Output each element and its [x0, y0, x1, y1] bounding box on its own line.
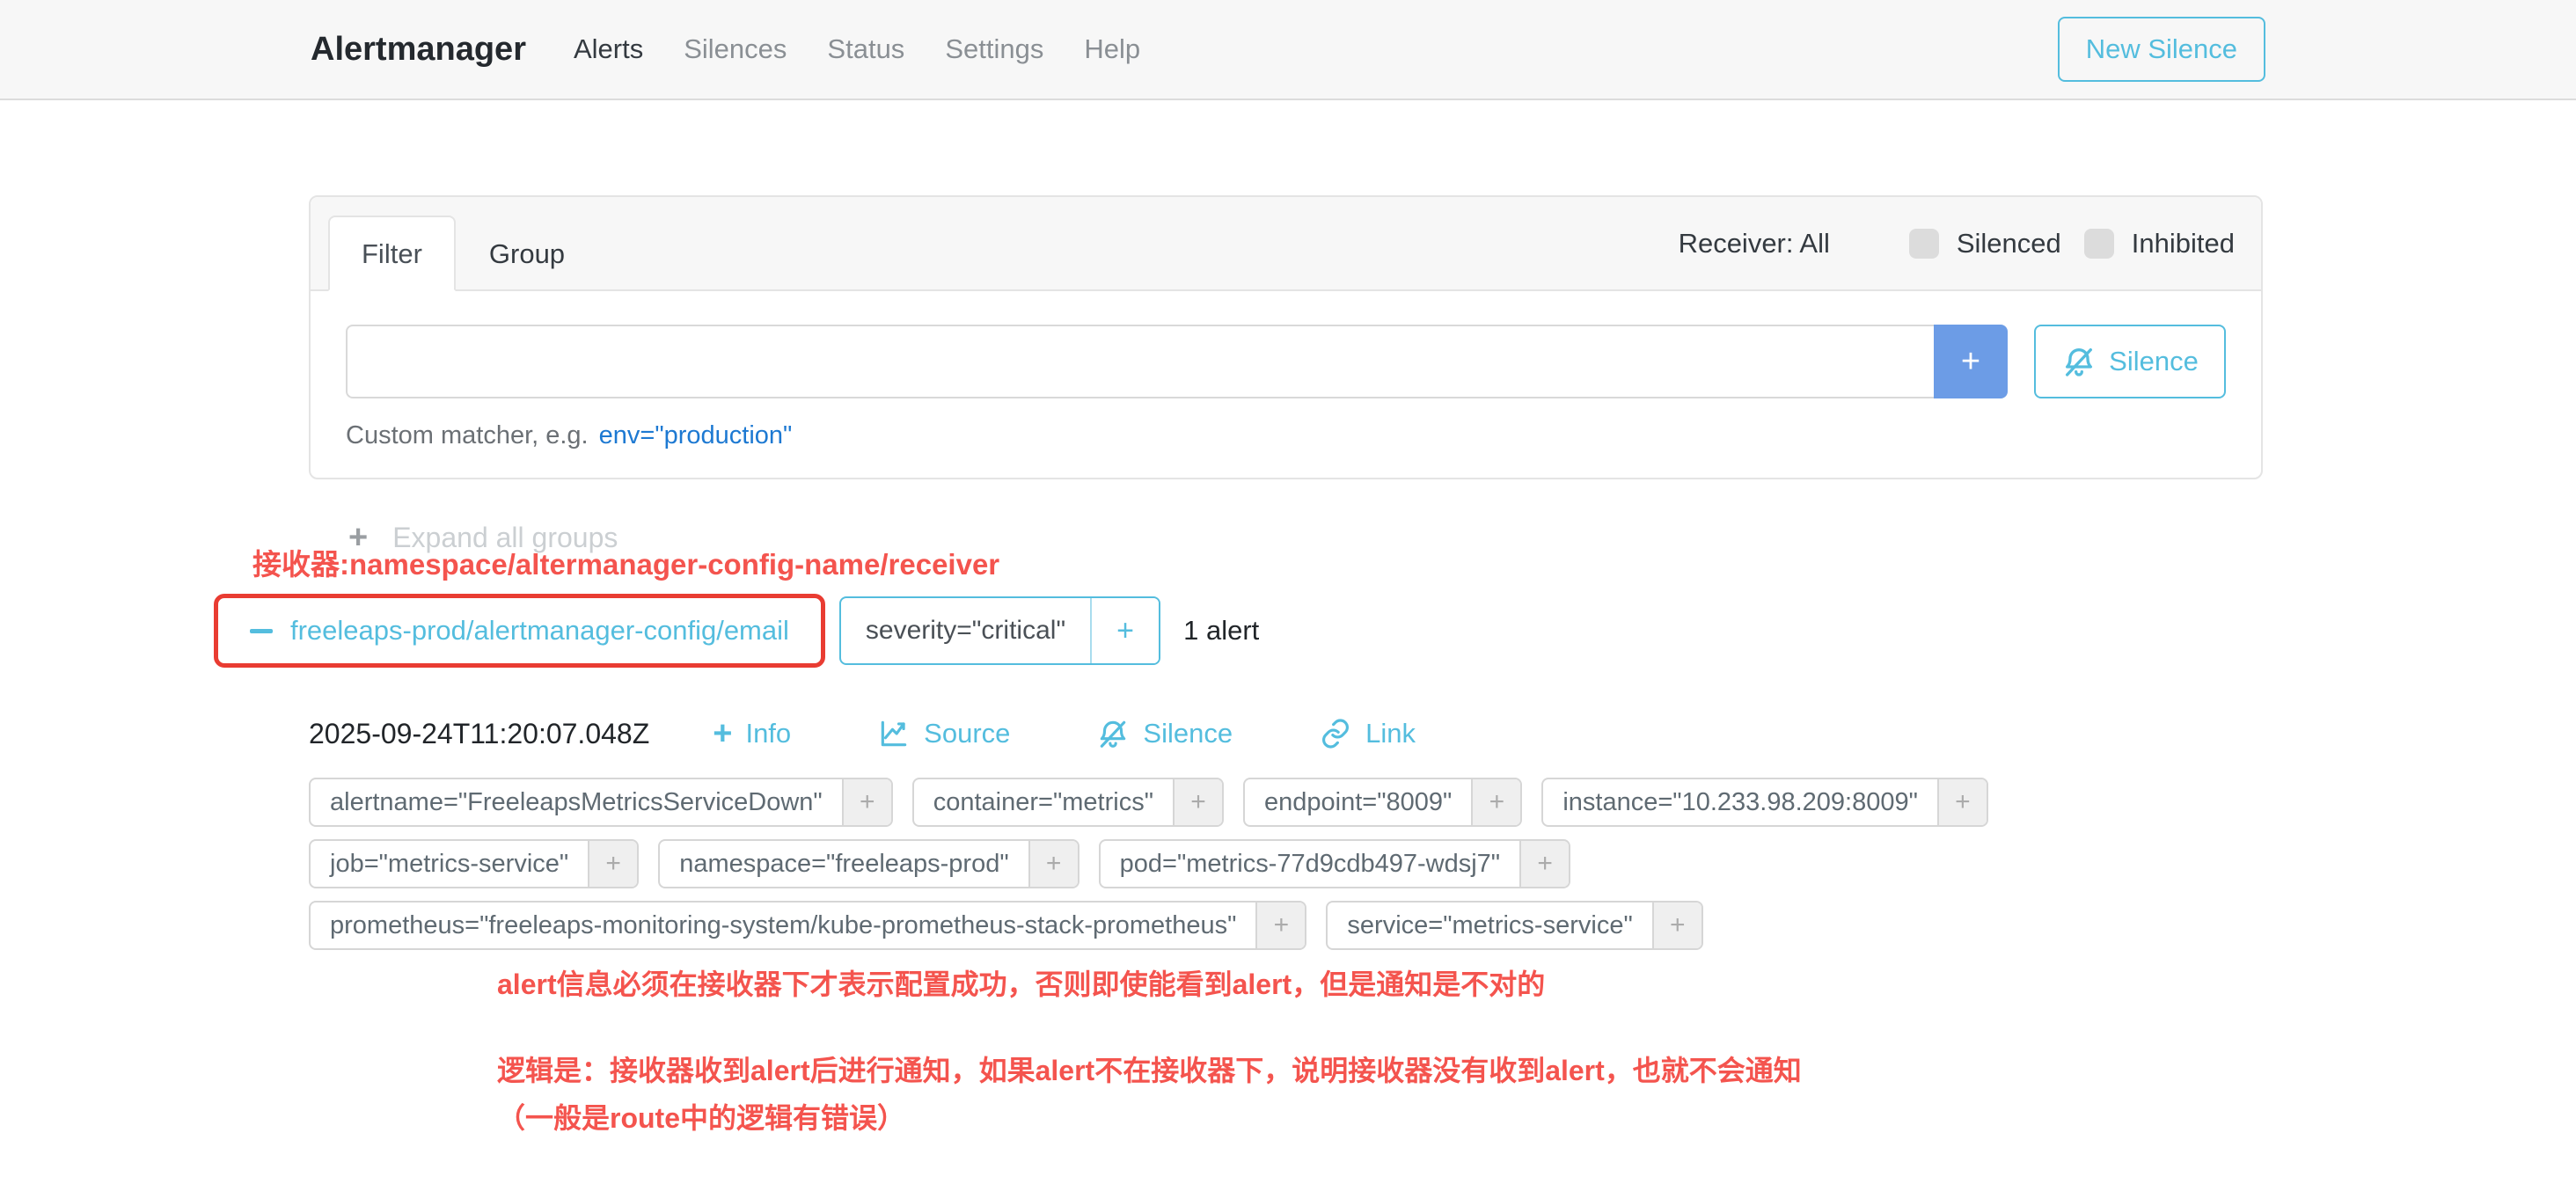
bell-slash-icon — [2061, 344, 2097, 379]
annotation-logic-note: 逻辑是：接收器收到alert后进行通知，如果alert不在接收器下，说明接收器没… — [497, 1047, 1802, 1142]
label-add-filter-button[interactable]: + — [1471, 779, 1520, 825]
app-brand[interactable]: Alertmanager — [311, 31, 526, 69]
filter-card: Filter Group Receiver: All Silenced Inhi… — [309, 195, 2263, 479]
alert-source-label: Source — [924, 718, 1010, 749]
alert-labels: alertname="FreeleapsMetricsServiceDown" … — [309, 778, 1998, 950]
alert-label: container="metrics" + — [912, 778, 1224, 827]
alert-label-text: prometheus="freeleaps-monitoring-system/… — [311, 903, 1255, 948]
label-add-filter-button[interactable]: + — [1519, 841, 1569, 887]
alert-label-text: namespace="freeleaps-prod" — [660, 841, 1028, 887]
alert-label-text: instance="10.233.98.209:8009" — [1543, 779, 1937, 825]
alert-label: prometheus="freeleaps-monitoring-system/… — [309, 901, 1306, 950]
label-add-filter-button[interactable]: + — [1028, 841, 1078, 887]
label-add-filter-button[interactable]: + — [1652, 903, 1701, 948]
alert-silence-button[interactable]: Silence — [1096, 717, 1233, 750]
group-matcher-label: severity="critical" — [841, 598, 1090, 663]
inhibited-label: Inhibited — [2132, 228, 2235, 259]
alert-info-button[interactable]: + Info — [713, 717, 791, 750]
link-icon — [1319, 717, 1352, 750]
silenced-checkbox[interactable] — [1909, 229, 1939, 259]
alert-label-text: alertname="FreeleapsMetricsServiceDown" — [311, 779, 842, 825]
new-silence-button[interactable]: New Silence — [2058, 17, 2265, 82]
tab-group[interactable]: Group — [456, 216, 598, 291]
annotation-logic-line1: 逻辑是：接收器收到alert后进行通知，如果alert不在接收器下，说明接收器没… — [497, 1047, 1802, 1094]
silence-filter-button[interactable]: Silence — [2034, 325, 2226, 398]
nav-silences[interactable]: Silences — [684, 33, 787, 65]
alert-label-text: endpoint="8009" — [1245, 779, 1471, 825]
group-matcher-chip: severity="critical" + — [839, 596, 1160, 665]
alert-label-text: job="metrics-service" — [311, 841, 588, 887]
alert-header: 2025-09-24T11:20:07.048Z + Info Source S… — [309, 711, 1502, 756]
inhibited-checkbox[interactable] — [2084, 229, 2114, 259]
alert-label-text: pod="metrics-77d9cdb497-wdsj7" — [1101, 841, 1519, 887]
alert-label: endpoint="8009" + — [1243, 778, 1522, 827]
alert-group-row: freeleaps-prod/alertmanager-config/email… — [214, 594, 1259, 668]
alert-label: alertname="FreeleapsMetricsServiceDown" … — [309, 778, 893, 827]
silence-filter-label: Silence — [2109, 346, 2199, 377]
bell-slash-icon — [1096, 717, 1130, 750]
alert-label-text: service="metrics-service" — [1328, 903, 1651, 948]
add-matcher-button[interactable]: + — [1934, 325, 2008, 398]
alertmanager-page: Alertmanager Alerts Silences Status Sett… — [0, 0, 2576, 1184]
alert-label: job="metrics-service" + — [309, 839, 639, 888]
filter-card-body: + Silence Custom matcher, e.g. env="prod… — [311, 291, 2261, 450]
filter-card-header: Filter Group Receiver: All Silenced Inhi… — [311, 197, 2261, 291]
nav-help[interactable]: Help — [1084, 33, 1140, 65]
alert-timestamp: 2025-09-24T11:20:07.048Z — [309, 718, 649, 750]
receiver-selector[interactable]: Receiver: All — [1679, 228, 1830, 259]
inhibited-toggle[interactable]: Inhibited — [2084, 228, 2235, 259]
alert-label: instance="10.233.98.209:8009" + — [1541, 778, 1988, 827]
label-add-filter-button[interactable]: + — [1173, 779, 1222, 825]
receiver-group-button[interactable]: freeleaps-prod/alertmanager-config/email — [218, 615, 821, 647]
chart-line-icon — [877, 717, 911, 750]
matcher-input-group: + — [346, 325, 2008, 398]
alert-link-label: Link — [1365, 718, 1416, 749]
alert-label-text: container="metrics" — [914, 779, 1173, 825]
nav-status[interactable]: Status — [827, 33, 904, 65]
alert-source-button[interactable]: Source — [877, 717, 1010, 750]
alert-label: service="metrics-service" + — [1326, 901, 1702, 950]
plus-icon: + — [713, 717, 732, 750]
navbar: Alertmanager Alerts Silences Status Sett… — [0, 0, 2576, 100]
group-matcher-add-button[interactable]: + — [1090, 598, 1159, 663]
silenced-label: Silenced — [1957, 228, 2061, 259]
custom-matcher-help: Custom matcher, e.g. — [346, 421, 589, 450]
receiver-group-label: freeleaps-prod/alertmanager-config/email — [290, 615, 789, 647]
nav-alerts[interactable]: Alerts — [574, 33, 643, 65]
annotation-receiver-note: 接收器:namespace/altermanager-config-name/r… — [252, 541, 999, 583]
silenced-toggle[interactable]: Silenced — [1909, 228, 2061, 259]
annotation-logic-line2: （一般是route中的逻辑有错误） — [497, 1094, 1802, 1142]
tab-filter[interactable]: Filter — [328, 216, 456, 291]
label-add-filter-button[interactable]: + — [588, 841, 637, 887]
alert-count: 1 alert — [1183, 615, 1259, 647]
alert-info-label: Info — [745, 718, 791, 749]
matcher-example-link[interactable]: env="production" — [599, 421, 793, 450]
alert-link-button[interactable]: Link — [1319, 717, 1416, 750]
alert-label: pod="metrics-77d9cdb497-wdsj7" + — [1099, 839, 1570, 888]
alert-label: namespace="freeleaps-prod" + — [658, 839, 1079, 888]
label-add-filter-button[interactable]: + — [1255, 903, 1305, 948]
label-add-filter-button[interactable]: + — [1937, 779, 1987, 825]
collapse-minus-icon — [250, 629, 273, 633]
nav-settings[interactable]: Settings — [945, 33, 1043, 65]
matcher-input[interactable] — [346, 325, 1934, 398]
label-add-filter-button[interactable]: + — [842, 779, 891, 825]
receiver-highlight-box: freeleaps-prod/alertmanager-config/email — [214, 594, 825, 668]
annotation-alert-note: alert信息必须在接收器下才表示配置成功，否则即使能看到alert，但是通知是… — [497, 962, 1545, 1003]
alert-silence-label: Silence — [1143, 718, 1233, 749]
